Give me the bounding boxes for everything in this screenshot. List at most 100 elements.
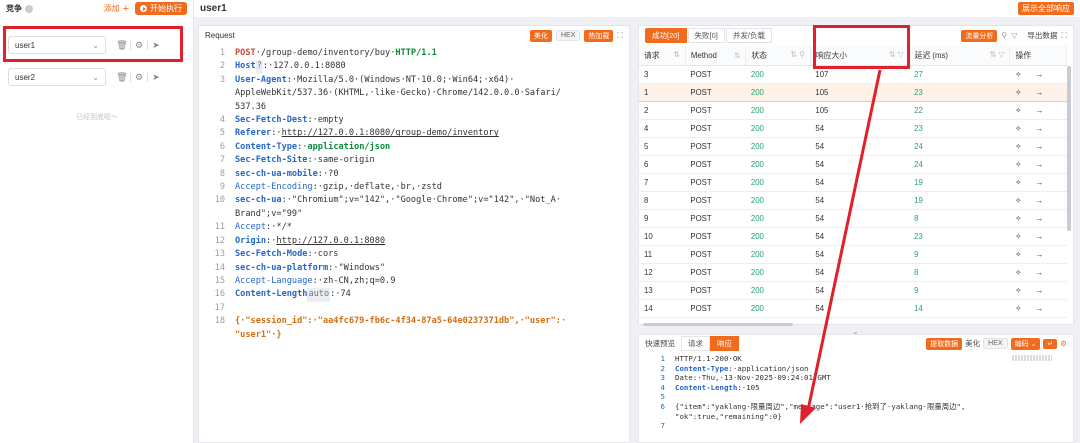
table-row[interactable]: 2 POST 200 105 22 ✧ → xyxy=(639,101,1067,120)
settings-icon[interactable]: ⚙ xyxy=(131,72,147,83)
code-token: Date:·Thu,·13·Nov·2025·09:24:01·GMT xyxy=(675,373,831,383)
search-icon[interactable]: ⚲ xyxy=(1001,31,1007,40)
add-user-button[interactable]: 添加 xyxy=(104,3,120,14)
show-all-responses-button[interactable]: 展示全部响应 xyxy=(1018,2,1074,15)
tab-concurrency[interactable]: 并发/负载 xyxy=(725,28,772,43)
send-icon[interactable]: → xyxy=(1036,142,1044,151)
line-number: 18 xyxy=(214,316,225,327)
pin-icon[interactable]: ✧ xyxy=(1015,304,1022,313)
pin-icon[interactable]: ✧ xyxy=(1015,214,1022,223)
send-icon[interactable]: → xyxy=(1036,268,1044,277)
table-row[interactable]: 13 POST 200 54 9 ✧ → xyxy=(639,281,1067,300)
pin-icon[interactable]: ✧ xyxy=(1015,250,1022,259)
pin-icon[interactable]: ✧ xyxy=(1015,142,1022,151)
send-icon[interactable]: → xyxy=(1036,232,1044,241)
start-run-button[interactable]: 开始执行 xyxy=(135,2,187,15)
pin-icon[interactable]: ✧ xyxy=(1015,124,1022,133)
table-row[interactable]: 1 POST 200 105 23 ✧ → xyxy=(639,82,1067,102)
col-request[interactable]: 请求 ⇅ xyxy=(639,46,686,66)
table-row[interactable]: 14 POST 200 54 14 ✧ → xyxy=(639,299,1067,318)
delete-icon[interactable]: 🗑 xyxy=(114,72,130,83)
send-icon[interactable]: → xyxy=(1036,70,1044,79)
beautify-button[interactable]: 美化 xyxy=(965,338,980,349)
cell-size: 54 xyxy=(810,137,910,156)
expand-icon[interactable]: ⛶ xyxy=(617,31,623,41)
request-editor[interactable]: 1 POST ·/group-demo/inventory/buy· HTTP/1.1… xyxy=(199,45,629,342)
send-icon[interactable]: ➤ xyxy=(148,72,164,83)
cell-id: 1 xyxy=(639,82,686,102)
beautify-button[interactable]: 美化 xyxy=(529,29,552,42)
pin-icon[interactable]: ✧ xyxy=(1015,232,1022,241)
page-title: user1 xyxy=(200,3,227,14)
horizontal-scrollbar[interactable] xyxy=(643,323,793,326)
pin-icon[interactable]: ✧ xyxy=(1015,160,1022,169)
help-icon[interactable] xyxy=(25,4,33,13)
settings-icon[interactable]: ⚙ xyxy=(1060,339,1067,348)
pin-icon[interactable]: ✧ xyxy=(1015,286,1022,295)
col-method[interactable]: Method ⇅ xyxy=(685,46,747,66)
pin-icon[interactable]: ✧ xyxy=(1015,196,1022,205)
hot-reload-button[interactable]: 热加载 xyxy=(584,29,614,42)
traffic-analysis-button[interactable]: 流量分析 xyxy=(961,29,998,42)
table-row[interactable]: 7 POST 200 54 19 ✧ → xyxy=(639,173,1067,192)
line-number: 13 xyxy=(214,249,225,260)
list-end-hint: 已经到底啦～ xyxy=(76,114,118,121)
table-row[interactable]: 5 POST 200 54 24 ✧ → xyxy=(639,137,1067,156)
code-token: Accept-Language xyxy=(235,275,313,286)
send-icon[interactable]: → xyxy=(1036,250,1044,259)
tab-request[interactable]: 请求 xyxy=(681,336,710,351)
code-token: :·*/* xyxy=(266,222,292,233)
response-editor[interactable]: 1 HTTP/1.1·200·OK 2 Content-Type:·applicati… xyxy=(639,352,1073,431)
send-icon[interactable]: → xyxy=(1036,286,1044,295)
send-icon[interactable]: → xyxy=(1036,160,1044,169)
cell-size: 54 xyxy=(810,263,910,282)
send-icon[interactable]: → xyxy=(1036,106,1044,115)
plus-icon[interactable]: + xyxy=(123,3,129,15)
cell-method: POST xyxy=(685,227,746,246)
cell-method: POST xyxy=(685,82,746,102)
table-row[interactable]: 10 POST 200 54 23 ✧ → xyxy=(639,227,1067,246)
send-icon[interactable]: → xyxy=(1036,88,1044,97)
tab-success[interactable]: 成功[20] xyxy=(645,28,687,43)
code-token: :·cors xyxy=(307,249,339,260)
cell-size: 105 xyxy=(810,82,910,102)
send-icon[interactable]: → xyxy=(1036,304,1044,313)
send-icon[interactable]: → xyxy=(1036,178,1044,187)
page-header: user1 展示全部响应 xyxy=(194,0,1080,17)
hex-button[interactable]: HEX xyxy=(983,338,1008,349)
pin-icon[interactable]: ✧ xyxy=(1015,268,1022,277)
table-row[interactable]: 11 POST 200 54 9 ✧ → xyxy=(639,245,1067,264)
pin-icon[interactable]: ✧ xyxy=(1015,106,1022,115)
table-row[interactable]: 6 POST 200 54 24 ✧ → xyxy=(639,155,1067,174)
expand-icon[interactable]: ⛶ xyxy=(1061,31,1067,41)
pin-icon[interactable]: ✧ xyxy=(1015,178,1022,187)
encode-dropdown[interactable]: 编码 ⌄ xyxy=(1010,337,1041,350)
table-row[interactable]: 9 POST 200 54 8 ✧ → xyxy=(639,209,1067,228)
col-status[interactable]: 状态 ⇅ ⚲ xyxy=(745,46,811,66)
code-token: :·?0 xyxy=(317,168,339,179)
table-row[interactable]: 8 POST 200 54 19 ✧ → xyxy=(639,191,1067,210)
line-number: 14 xyxy=(214,262,225,273)
export-data-button[interactable]: 导出数据 xyxy=(1027,30,1057,41)
line-number xyxy=(645,412,665,422)
send-icon[interactable]: → xyxy=(1036,196,1044,205)
tab-failed[interactable]: 失败[0] xyxy=(687,28,725,43)
extract-data-button[interactable]: 提取数据 xyxy=(926,337,963,350)
hex-button[interactable]: HEX xyxy=(555,30,581,41)
wrap-icon[interactable]: ↵ xyxy=(1043,338,1058,349)
filter-icon[interactable]: ▽ xyxy=(1011,31,1017,40)
tab-response[interactable]: 响应 xyxy=(710,336,739,351)
pin-icon[interactable]: ✧ xyxy=(1015,88,1022,97)
row-actions: ✧ → xyxy=(1009,299,1067,318)
send-icon[interactable]: → xyxy=(1036,214,1044,223)
cell-size: 54 xyxy=(810,191,910,210)
table-row[interactable]: 4 POST 200 54 23 ✧ → xyxy=(639,119,1067,138)
pin-icon[interactable]: ✧ xyxy=(1015,70,1022,79)
vertical-scrollbar[interactable] xyxy=(1067,66,1071,231)
line-number: 9 xyxy=(219,182,225,193)
col-latency[interactable]: 延迟 (ms) ⇅ ▽ xyxy=(909,46,1011,66)
table-row[interactable]: 12 POST 200 54 8 ✧ → xyxy=(639,263,1067,282)
user-select[interactable]: user2 ⌄ xyxy=(8,68,106,86)
send-icon[interactable]: → xyxy=(1036,124,1044,133)
cell-id: 3 xyxy=(639,65,686,84)
